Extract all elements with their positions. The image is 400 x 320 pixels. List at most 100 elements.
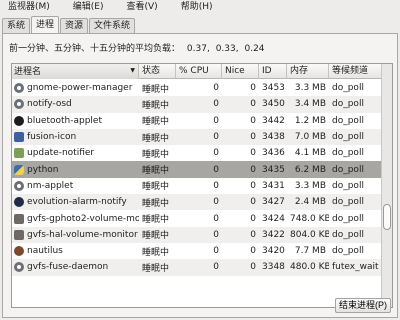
end-process-button[interactable]: 结束进程(P) xyxy=(335,298,391,313)
process-id: 3435 xyxy=(262,164,285,175)
column-header-wait-channel[interactable]: 等候频道 xyxy=(329,64,382,79)
process-memory: 3.4 MB xyxy=(294,99,326,110)
process-memory: 3.3 MB xyxy=(294,180,326,191)
process-memory: 2.4 MB xyxy=(294,197,326,208)
process-memory: 7.0 MB xyxy=(294,132,326,143)
process-status: 睡眠中 xyxy=(142,215,170,226)
load-5min: 0.33 xyxy=(215,44,236,54)
process-name: gvfs-fuse-daemon xyxy=(27,262,109,273)
update-icon xyxy=(14,148,24,159)
process-status: 睡眠中 xyxy=(142,247,170,258)
process-name: python xyxy=(27,164,59,175)
process-wait-channel: do_poll xyxy=(332,229,364,240)
table-row[interactable]: python 睡眠中 0 0 3435 6.2 MB do_poll xyxy=(12,161,382,178)
process-status: 睡眠中 xyxy=(142,149,170,160)
process-name-cell: gvfs-gphoto2-volume-mon xyxy=(12,213,139,224)
process-nice: 0 xyxy=(250,229,256,240)
load-1min: 0.37 xyxy=(186,44,207,54)
process-id: 3450 xyxy=(262,99,285,110)
table-row[interactable]: update-notifier 睡眠中 0 0 3436 4.1 MB do_poll xyxy=(12,145,382,161)
column-header-name[interactable]: 进程名 ▼ xyxy=(12,64,139,79)
process-name-cell: gvfs-fuse-daemon xyxy=(12,262,139,273)
process-nice: 0 xyxy=(250,99,256,110)
process-id: 3427 xyxy=(262,197,285,208)
process-status: 睡眠中 xyxy=(142,263,170,274)
process-table: 进程名 ▼ 状态 % CPU Nice ID 内存 等候频道 gnome-pow… xyxy=(11,63,393,308)
process-name-cell: gnome-power-manager xyxy=(12,83,139,94)
process-name-cell: evolution-alarm-notify xyxy=(12,197,139,208)
tab-resources[interactable]: 资源 xyxy=(60,18,89,33)
process-name-cell: notify-osd xyxy=(12,99,139,110)
process-wait-channel: do_poll xyxy=(332,148,364,159)
process-name: gvfs-hal-volume-monitor xyxy=(27,229,138,240)
fusion-icon xyxy=(14,132,24,143)
tab-filesystems[interactable]: 文件系统 xyxy=(89,18,136,33)
process-cpu: 0 xyxy=(213,246,219,257)
load-15min: 0.24 xyxy=(244,44,265,54)
column-header-cpu[interactable]: % CPU xyxy=(176,64,222,79)
python-icon xyxy=(14,164,24,175)
process-cpu: 0 xyxy=(213,197,219,208)
process-id: 3453 xyxy=(262,83,285,94)
process-name-cell: nm-applet xyxy=(12,180,139,191)
table-row[interactable]: gnome-power-manager 睡眠中 0 0 3453 3.3 MB do_pol… xyxy=(12,80,382,96)
process-id: 3436 xyxy=(262,148,285,159)
volume-icon xyxy=(14,213,24,224)
process-cpu: 0 xyxy=(213,99,219,110)
menu-monitor[interactable]: 监视器(M) xyxy=(3,0,55,15)
process-memory: 480.0 KB xyxy=(290,262,329,273)
table-row[interactable]: gvfs-hal-volume-monitor 睡眠中 0 0 3422 804.0 KB… xyxy=(12,226,382,243)
process-wait-channel: do_poll xyxy=(332,246,364,257)
process-id: 3431 xyxy=(262,180,285,191)
process-nice: 0 xyxy=(250,83,256,94)
table-row[interactable]: nm-applet 睡眠中 0 0 3431 3.3 MB do_poll xyxy=(12,178,382,194)
process-memory: 4.1 MB xyxy=(294,148,326,159)
process-name: bluetooth-applet xyxy=(27,115,102,126)
tab-system[interactable]: 系统 xyxy=(2,18,31,33)
process-nice: 0 xyxy=(250,132,256,143)
column-header-id[interactable]: ID xyxy=(259,64,287,79)
process-list: gnome-power-manager 睡眠中 0 0 3453 3.3 MB do_pol… xyxy=(12,80,382,276)
process-cpu: 0 xyxy=(213,83,219,94)
table-row[interactable]: bluetooth-applet 睡眠中 0 0 3442 1.2 MB do_poll xyxy=(12,113,382,129)
process-name-cell: gvfs-hal-volume-monitor xyxy=(12,229,139,240)
table-header: 进程名 ▼ 状态 % CPU Nice ID 内存 等候频道 xyxy=(12,64,382,79)
process-name-cell: update-notifier xyxy=(12,148,139,159)
bluetooth-icon xyxy=(14,115,24,126)
process-wait-channel: futex_wait xyxy=(332,262,379,273)
process-cpu: 0 xyxy=(213,132,219,143)
process-wait-channel: do_poll xyxy=(332,115,364,126)
vertical-scrollbar[interactable] xyxy=(381,64,392,307)
column-header-memory[interactable]: 内存 xyxy=(287,64,329,79)
process-id: 3420 xyxy=(262,246,285,257)
gear-icon xyxy=(14,83,24,94)
load-average: 前一分钟、五分钟、十五分钟的平均负载： 0.37, 0.33, 0.24 xyxy=(9,41,265,54)
process-name-cell: nautilus xyxy=(12,246,139,257)
table-row[interactable]: notify-osd 睡眠中 0 0 3450 3.4 MB do_poll xyxy=(12,96,382,113)
table-row[interactable]: gvfs-gphoto2-volume-mon 睡眠中 0 0 3424 748.0 KB… xyxy=(12,210,382,226)
process-name: update-notifier xyxy=(27,148,95,159)
table-row[interactable]: gvfs-fuse-daemon 睡眠中 0 0 3348 480.0 KB futex_w… xyxy=(12,259,382,276)
process-nice: 0 xyxy=(250,262,256,273)
evolution-icon xyxy=(14,197,24,208)
process-name: fusion-icon xyxy=(27,132,77,143)
column-header-status[interactable]: 状态 xyxy=(139,64,176,79)
table-row[interactable]: fusion-icon 睡眠中 0 0 3438 7.0 MB do_poll xyxy=(12,128,382,146)
process-nice: 0 xyxy=(250,246,256,257)
processes-panel: 前一分钟、五分钟、十五分钟的平均负载： 0.37, 0.33, 0.24 进程名… xyxy=(2,33,398,318)
table-row[interactable]: nautilus 睡眠中 0 0 3420 7.7 MB do_poll xyxy=(12,243,382,259)
process-status: 睡眠中 xyxy=(142,198,170,209)
tab-bar: 系统 进程 资源 文件系统 xyxy=(2,16,136,33)
tab-processes[interactable]: 进程 xyxy=(31,16,60,33)
menu-help[interactable]: 帮助(H) xyxy=(176,0,218,15)
scrollbar-thumb[interactable] xyxy=(383,204,391,230)
process-cpu: 0 xyxy=(213,262,219,273)
process-cpu: 0 xyxy=(213,164,219,175)
process-wait-channel: do_poll xyxy=(332,132,364,143)
column-header-nice[interactable]: Nice xyxy=(222,64,259,79)
menu-edit[interactable]: 编辑(E) xyxy=(68,0,109,15)
menu-view[interactable]: 查看(V) xyxy=(122,0,163,15)
table-row[interactable]: evolution-alarm-notify 睡眠中 0 0 3427 2.4 MB do_… xyxy=(12,194,382,211)
process-name: evolution-alarm-notify xyxy=(27,197,127,208)
process-nice: 0 xyxy=(250,164,256,175)
